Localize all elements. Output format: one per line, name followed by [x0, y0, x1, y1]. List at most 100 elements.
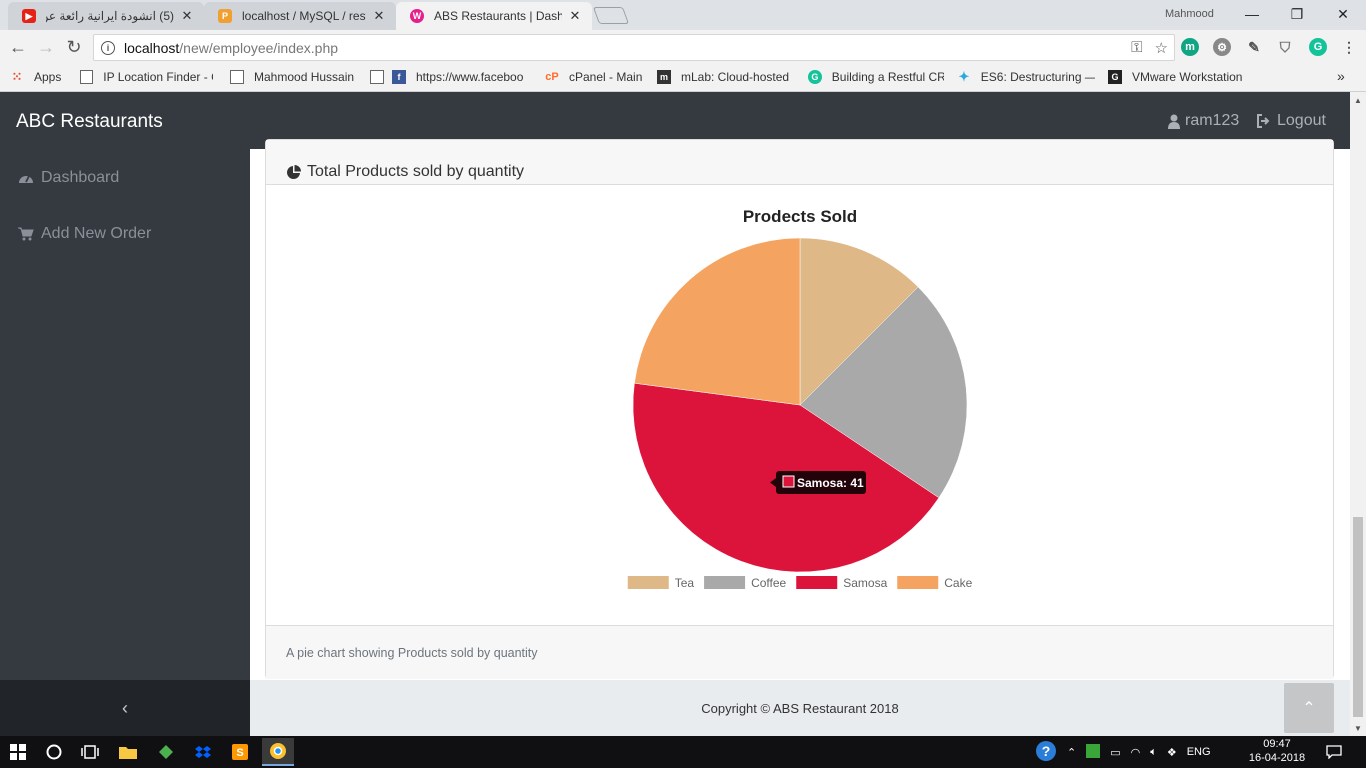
help-icon[interactable]: ?	[1035, 740, 1057, 765]
close-icon[interactable]: ✕	[568, 8, 582, 24]
legend-label: Cake	[944, 576, 972, 590]
info-icon[interactable]: i	[101, 40, 115, 55]
bookmark-item[interactable]: m mLab: Cloud-hosted	[657, 70, 793, 84]
wifi-icon[interactable]: ◠	[1131, 746, 1141, 759]
sidebar-toggle-button[interactable]: ‹	[0, 680, 250, 736]
chevron-up-icon: ⌃	[1302, 700, 1316, 717]
chrome-taskbar-icon[interactable]	[262, 738, 294, 766]
page-icon	[80, 70, 94, 84]
new-tab-button[interactable]	[592, 7, 630, 24]
shield-icon[interactable]: ⛉	[1276, 38, 1294, 56]
legend-label: Coffee	[751, 576, 786, 590]
bookmark-item[interactable]: cP cPanel - Main	[545, 70, 642, 84]
main-content: Total Products sold by quantity Prodects…	[250, 139, 1350, 736]
notifications-icon[interactable]	[1322, 740, 1346, 764]
browser-tab[interactable]: ▶ (5) انشودة ايرانية رائعة عن ✕	[8, 2, 204, 30]
legend-item-coffee[interactable]: Coffee	[704, 576, 787, 590]
dropbox-tray-icon[interactable]: ❖	[1167, 746, 1177, 759]
vmware-icon: G	[1108, 70, 1122, 84]
user-menu[interactable]: ram123	[1168, 112, 1239, 130]
sidebar-item-add-order[interactable]: Add New Order	[18, 225, 151, 243]
card-header: Total Products sold by quantity	[266, 140, 1333, 185]
reload-icon[interactable]: ↻	[63, 36, 85, 58]
chevron-up-tray-icon[interactable]: ⌃	[1067, 746, 1076, 759]
legend-item-samosa[interactable]: Samosa	[796, 576, 888, 590]
address-bar[interactable]: i localhost/new/employee/index.php ⚿ ☆	[93, 34, 1175, 61]
sidebar-item-dashboard[interactable]: Dashboard	[18, 169, 119, 187]
url-text[interactable]: localhost/new/employee/index.php	[124, 40, 338, 56]
close-icon[interactable]: ✕	[372, 8, 386, 24]
volume-icon[interactable]: 🔈︎	[1150, 746, 1157, 759]
tray-app-icon[interactable]	[1086, 743, 1101, 761]
page-icon	[370, 70, 384, 84]
legend-label: Tea	[675, 576, 695, 590]
dropbox-icon[interactable]	[191, 740, 215, 764]
page-icon	[230, 70, 244, 84]
youtube-icon: ▶	[22, 9, 36, 23]
menu-icon[interactable]: ⋮	[1340, 38, 1358, 56]
profile-name[interactable]: Mahmood	[1165, 8, 1214, 20]
settings-extension-icon[interactable]: ⚙	[1213, 38, 1231, 56]
sidebar-item-label: Dashboard	[41, 169, 120, 186]
bookmark-item[interactable]: IP Location Finder - G	[80, 70, 213, 84]
legend-swatch	[897, 576, 939, 589]
chart-card: Total Products sold by quantity Prodects…	[265, 139, 1334, 679]
minimize-icon[interactable]: —	[1240, 4, 1264, 24]
card-title: Total Products sold by quantity	[307, 163, 525, 180]
search-circle-icon[interactable]	[42, 740, 66, 764]
legend-swatch	[704, 576, 746, 589]
pie-slice-cake[interactable]	[634, 237, 801, 406]
system-tray: ? ⌃ ▭ ◠ 🔈︎ ❖ ENG	[1035, 736, 1211, 768]
bookmark-item[interactable]: f https://www.faceboo	[370, 70, 530, 84]
close-window-icon[interactable]: ✕	[1331, 4, 1355, 24]
cpanel-icon: cP	[545, 71, 559, 83]
brand-link[interactable]: ABC Restaurants	[16, 111, 163, 133]
logout-icon	[1257, 114, 1270, 128]
scrollbar-thumb[interactable]	[1353, 517, 1363, 717]
more-bookmarks-icon[interactable]: »	[1337, 68, 1345, 84]
legend-item-cake[interactable]: Cake	[897, 576, 973, 590]
sublime-text-icon[interactable]: S	[228, 740, 252, 764]
cart-icon	[18, 227, 34, 241]
battery-icon[interactable]: ▭	[1110, 746, 1120, 759]
card-footer-text: A pie chart showing Products sold by qua…	[286, 645, 538, 660]
scroll-to-top-button[interactable]: ⌃	[1284, 683, 1334, 733]
bookmark-item[interactable]: ✦ ES6: Destructuring —	[957, 69, 1095, 84]
close-icon[interactable]: ✕	[180, 8, 194, 24]
forward-icon[interactable]: →	[35, 36, 57, 58]
copyright-text: Copyright © ABS Restaurant 2018	[701, 700, 899, 716]
browser-tab-active[interactable]: W ABS Restaurants | Dashbo ✕	[396, 2, 592, 30]
dashboard-icon	[18, 171, 34, 185]
restore-icon[interactable]: ❐	[1285, 4, 1309, 24]
language-indicator[interactable]: ENG	[1187, 746, 1211, 758]
file-explorer-icon[interactable]	[116, 740, 140, 764]
grammarly-icon[interactable]: G	[1309, 38, 1327, 56]
card-footer: A pie chart showing Products sold by qua…	[266, 625, 1333, 679]
scroll-up-arrow-icon[interactable]: ▲	[1350, 92, 1366, 108]
browser-tab[interactable]: P localhost / MySQL / resta ✕	[204, 2, 396, 30]
clock[interactable]: 09:47 16-04-2018	[1247, 737, 1307, 765]
phpmyadmin-icon: P	[218, 9, 232, 23]
scroll-down-arrow-icon[interactable]: ▼	[1350, 720, 1366, 736]
back-icon[interactable]: ←	[7, 36, 29, 58]
bookmark-item[interactable]: G VMware Workstation	[1108, 70, 1243, 84]
wamp-icon: W	[410, 9, 424, 23]
legend-label: Samosa	[843, 576, 887, 590]
m-extension-icon[interactable]: m	[1181, 38, 1199, 56]
svg-text:S: S	[236, 747, 243, 759]
app-diamond-icon[interactable]	[154, 740, 178, 764]
task-view-icon[interactable]	[78, 740, 102, 764]
windows-start-icon[interactable]	[6, 740, 30, 764]
apps-grid-icon: ⁙	[11, 69, 23, 84]
bookmark-item[interactable]: G Building a Restful CR	[808, 70, 944, 84]
eyedropper-icon[interactable]: ✎	[1245, 38, 1263, 56]
mlab-icon: m	[657, 70, 671, 84]
logout-link[interactable]: Logout	[1256, 112, 1326, 130]
star-icon[interactable]: ☆	[1155, 39, 1168, 57]
bookmark-item[interactable]: Mahmood Hussain	[230, 70, 354, 84]
bookmark-apps[interactable]: ⁙ Apps	[10, 69, 62, 84]
legend-swatch	[796, 576, 838, 589]
page-scrollbar[interactable]: ▲ ▼	[1350, 92, 1366, 736]
key-icon[interactable]: ⚿	[1131, 39, 1142, 57]
legend-item-tea[interactable]: Tea	[627, 576, 695, 590]
